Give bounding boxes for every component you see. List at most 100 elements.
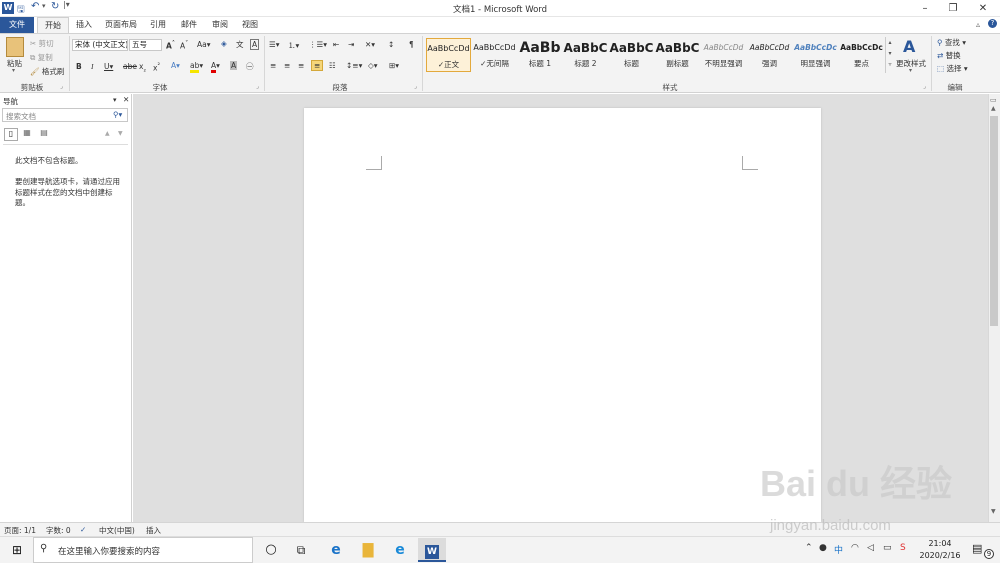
styles-launcher-icon[interactable]: ⌟ [923,83,926,90]
subscript-button[interactable]: x₂ [139,62,146,74]
grow-font-icon[interactable]: A˄ [166,40,175,51]
style-title[interactable]: AaBbC 标题 [609,38,654,72]
edge-browser-icon[interactable]: e [322,538,350,562]
styles-scroll[interactable]: ▴ ▾ ▿ [885,37,894,73]
change-case-icon[interactable]: Aa▾ [197,40,211,49]
windows-start-icon[interactable]: ⊞ [3,538,31,562]
tab-view[interactable]: 视图 [238,17,262,33]
style-intense-emphasis[interactable]: AaBbCcDc 明显强调 [793,38,838,72]
qq-tray-icon[interactable]: ● [819,543,827,553]
distributed-icon[interactable]: ☷ [329,61,336,70]
taskbar-search-input[interactable]: 在这里输入你要搜索的内容 [58,545,160,557]
sort-icon[interactable]: ↕ [388,40,394,49]
bullets-icon[interactable]: ☰▾ [269,40,280,49]
tab-file[interactable]: 文件 [0,17,34,33]
wifi-icon[interactable]: ◠ [851,543,859,553]
character-border-icon[interactable]: A [250,39,260,50]
sogou-icon[interactable]: S [900,543,906,553]
scroll-thumb[interactable] [990,116,998,326]
nav-search-box[interactable]: 搜索文档 ⚲▾ [2,108,128,122]
phonetic-guide-icon[interactable]: 文 [236,39,244,50]
page-count[interactable]: 页面: 1/1 [4,525,36,536]
decrease-indent-icon[interactable]: ⇤ [333,40,339,49]
paste-dropdown-icon[interactable]: ▾ [12,67,15,74]
borders-icon[interactable]: ⊞▾ [389,61,399,70]
word-count[interactable]: 字数: 0 [46,525,71,536]
help-icon[interactable]: ? [988,19,997,28]
vertical-scrollbar[interactable]: ▭ ▲ ▼ [988,94,1000,522]
select-button[interactable]: ⬚ 选择 ▾ [937,63,968,74]
tab-references[interactable]: 引用 [146,17,170,33]
taskbar-search-box[interactable]: ⚲ 在这里输入你要搜索的内容 [33,537,253,563]
proofing-icon[interactable]: ✓ [80,525,86,534]
nav-search-input[interactable]: 搜索文档 [6,111,36,122]
tray-expand-icon[interactable]: ⌃ [805,543,813,553]
document-page[interactable] [304,108,821,522]
style-subtle-emphasis[interactable]: AaBbCcDd 不明显强调 [701,38,746,72]
align-right-icon[interactable]: ≡ [298,61,304,70]
superscript-button[interactable]: x² [153,62,160,73]
clear-formatting-icon[interactable]: ◈ [221,39,227,48]
language-status[interactable]: 中文(中国) [99,525,135,536]
font-name-select[interactable]: 宋体 (中文正文) [72,39,128,51]
strikethrough-button[interactable]: abe [123,62,137,71]
find-button[interactable]: ⚲ 查找 ▾ [937,37,966,48]
shading-icon[interactable]: ◇▾ [368,61,378,70]
ie-browser-icon[interactable]: e [386,538,414,562]
results-tab-icon[interactable]: ▤ [37,128,51,141]
paste-icon[interactable] [6,37,24,57]
bold-button[interactable]: B [76,62,82,71]
style-subtitle[interactable]: AaBbC 副标题 [655,38,700,72]
highlight-color-icon[interactable]: ab▾ [190,61,203,73]
align-center-icon[interactable]: ≡ [284,61,290,70]
cortana-icon[interactable]: ○ [257,538,285,562]
justify-icon[interactable]: ≡ [311,60,324,71]
previous-heading-icon[interactable]: ▲ [105,130,110,137]
replace-button[interactable]: ⇄ 替换 [937,50,961,61]
clock-time[interactable]: 21:04 [920,539,960,548]
text-effects-icon[interactable]: A▾ [171,61,180,70]
tab-mailings[interactable]: 邮件 [177,17,201,33]
tab-review[interactable]: 审阅 [208,17,232,33]
cut-button[interactable]: ✂ 剪切 [30,38,54,49]
task-view-icon[interactable]: ⧉ [287,538,315,562]
ruler-toggle-icon[interactable]: ▭ [990,96,997,104]
style-emphasis[interactable]: AaBbCcDd 强调 [747,38,792,72]
style-heading-2[interactable]: AaBbC 标题 2 [563,38,608,72]
battery-icon[interactable]: ▭ [883,543,892,553]
font-launcher-icon[interactable]: ⌟ [256,83,259,90]
headings-tab-icon[interactable]: ▯ [4,128,18,141]
shrink-font-icon[interactable]: A˅ [180,40,188,51]
tab-insert[interactable]: 插入 [72,17,96,33]
italic-button[interactable]: I [91,62,94,71]
word-taskbar-icon[interactable]: W [418,538,446,562]
minimize-ribbon-icon[interactable]: ▵ [976,20,980,29]
style-normal[interactable]: AaBbCcDd ✓正文 [426,38,471,72]
numbering-icon[interactable]: ⒈▾ [288,40,299,51]
nav-options-icon[interactable]: ▾ [113,96,117,104]
multilevel-list-icon[interactable]: ⋮☰▾ [309,40,327,49]
show-marks-icon[interactable]: ¶ [409,40,414,49]
change-styles-icon[interactable]: A [903,37,915,56]
file-explorer-icon[interactable]: ▇ [354,538,382,562]
copy-button[interactable]: ⧉ 复制 [30,52,53,63]
notification-icon[interactable]: ▤ [972,542,982,555]
increase-indent-icon[interactable]: ⇥ [348,40,354,49]
minimize-button[interactable]: – [910,0,940,17]
underline-button[interactable]: U▾ [104,62,113,71]
line-spacing-icon[interactable]: ↕≡▾ [346,61,362,70]
search-icon[interactable]: ⚲▾ [113,110,122,119]
font-size-select[interactable]: 五号 [129,39,162,51]
tab-page-layout[interactable]: 页面布局 [102,17,140,33]
restore-button[interactable]: ❐ [938,0,968,17]
enclose-characters-icon[interactable]: ㊀ [246,61,254,72]
change-styles-dropdown-icon[interactable]: ▾ [909,67,912,74]
chinese-layout-icon[interactable]: ✕▾ [365,40,375,49]
style-strong[interactable]: AaBbCcDc 要点 [839,38,884,72]
scroll-down-icon[interactable]: ▼ [991,508,996,515]
insert-mode[interactable]: 插入 [146,525,161,536]
align-left-icon[interactable]: ≡ [270,61,276,70]
volume-icon[interactable]: ◁ [867,543,874,553]
pages-tab-icon[interactable]: ▦ [20,128,34,141]
close-button[interactable]: ✕ [968,0,998,17]
